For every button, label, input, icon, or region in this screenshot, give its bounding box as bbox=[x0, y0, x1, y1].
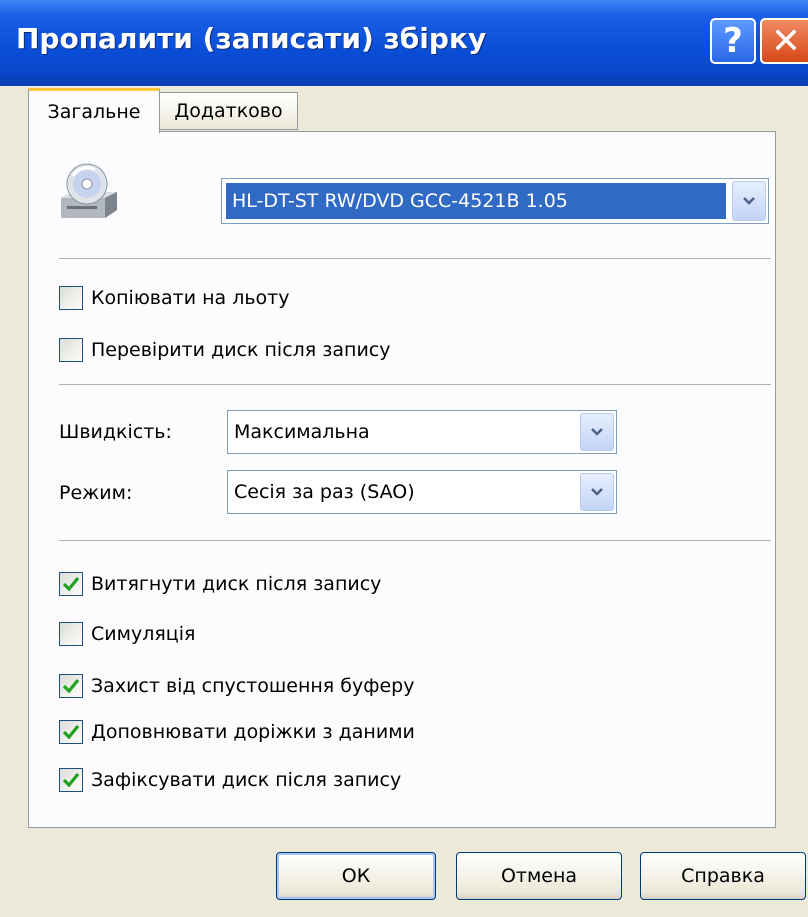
checkbox-pad-data-tracks[interactable]: Доповнювати доріжки з даними bbox=[59, 718, 415, 746]
help-title-button[interactable]: ? bbox=[710, 18, 756, 64]
checkbox-label: Копіювати на льоту bbox=[91, 287, 290, 309]
checkbox-label: Доповнювати доріжки з даними bbox=[91, 721, 415, 743]
separator bbox=[59, 258, 771, 259]
checkbox-box[interactable] bbox=[59, 338, 83, 362]
checkmark-icon bbox=[62, 678, 80, 694]
close-button[interactable]: ✕ bbox=[760, 18, 808, 64]
checkbox-label: Симуляція bbox=[91, 623, 196, 645]
tab-panel-general: HL-DT-ST RW/DVD GCC-4521B 1.05 Копіювати… bbox=[28, 131, 776, 828]
checkbox-label: Перевірити диск після запису bbox=[91, 339, 391, 361]
separator bbox=[59, 540, 771, 541]
close-icon: ✕ bbox=[770, 20, 802, 62]
checkmark-icon bbox=[62, 772, 80, 788]
tab-advanced[interactable]: Додатково bbox=[160, 92, 298, 130]
checkbox-box[interactable] bbox=[59, 720, 83, 744]
mode-select-value: Сесія за раз (SAO) bbox=[234, 481, 415, 503]
drive-select-value: HL-DT-ST RW/DVD GCC-4521B 1.05 bbox=[226, 183, 726, 219]
drive-select[interactable]: HL-DT-ST RW/DVD GCC-4521B 1.05 bbox=[221, 178, 769, 224]
checkbox-label: Витягнути диск після запису bbox=[91, 573, 382, 595]
mode-select[interactable]: Сесія за раз (SAO) bbox=[227, 470, 617, 514]
checkbox-box[interactable] bbox=[59, 768, 83, 792]
checkbox-copy-on-the-fly[interactable]: Копіювати на льоту bbox=[59, 284, 290, 312]
cd-drive-icon bbox=[61, 163, 117, 218]
chevron-down-icon[interactable] bbox=[732, 181, 766, 221]
help-icon: ? bbox=[723, 21, 743, 61]
title-bar[interactable]: Пропалити (записати) збірку ? ✕ bbox=[0, 0, 808, 86]
mode-label: Режим: bbox=[59, 482, 133, 504]
speed-select-value: Максимальна bbox=[234, 421, 370, 443]
checkbox-box[interactable] bbox=[59, 572, 83, 596]
speed-label: Швидкість: bbox=[59, 421, 172, 443]
tab-general[interactable]: Загальне bbox=[28, 88, 160, 133]
checkbox-finalize-disc[interactable]: Зафіксувати диск після запису bbox=[59, 766, 401, 794]
checkbox-verify-disc[interactable]: Перевірити диск після запису bbox=[59, 336, 390, 364]
checkbox-eject-disc[interactable]: Витягнути диск після запису bbox=[59, 570, 381, 598]
help-button[interactable]: Справка bbox=[640, 852, 806, 900]
checkbox-label: Зафіксувати диск після запису bbox=[91, 769, 402, 791]
checkbox-box[interactable] bbox=[59, 622, 83, 646]
checkbox-simulation[interactable]: Симуляція bbox=[59, 620, 195, 648]
checkbox-label: Захист від спустошення буферу bbox=[91, 675, 415, 697]
speed-select[interactable]: Максимальна bbox=[227, 410, 617, 454]
checkbox-box[interactable] bbox=[59, 674, 83, 698]
burn-dialog: Пропалити (записати) збірку ? ✕ Загальне… bbox=[0, 0, 808, 917]
checkbox-buffer-underrun-protection[interactable]: Захист від спустошення буферу bbox=[59, 672, 414, 700]
window-title: Пропалити (записати) збірку bbox=[16, 22, 487, 55]
checkbox-box[interactable] bbox=[59, 286, 83, 310]
checkmark-icon bbox=[62, 576, 80, 592]
cancel-button[interactable]: Отмена bbox=[456, 852, 622, 900]
separator bbox=[59, 384, 771, 385]
chevron-down-icon[interactable] bbox=[580, 473, 614, 511]
ok-button[interactable]: ОК bbox=[276, 852, 436, 900]
chevron-down-icon[interactable] bbox=[580, 413, 614, 451]
checkmark-icon bbox=[62, 724, 80, 740]
